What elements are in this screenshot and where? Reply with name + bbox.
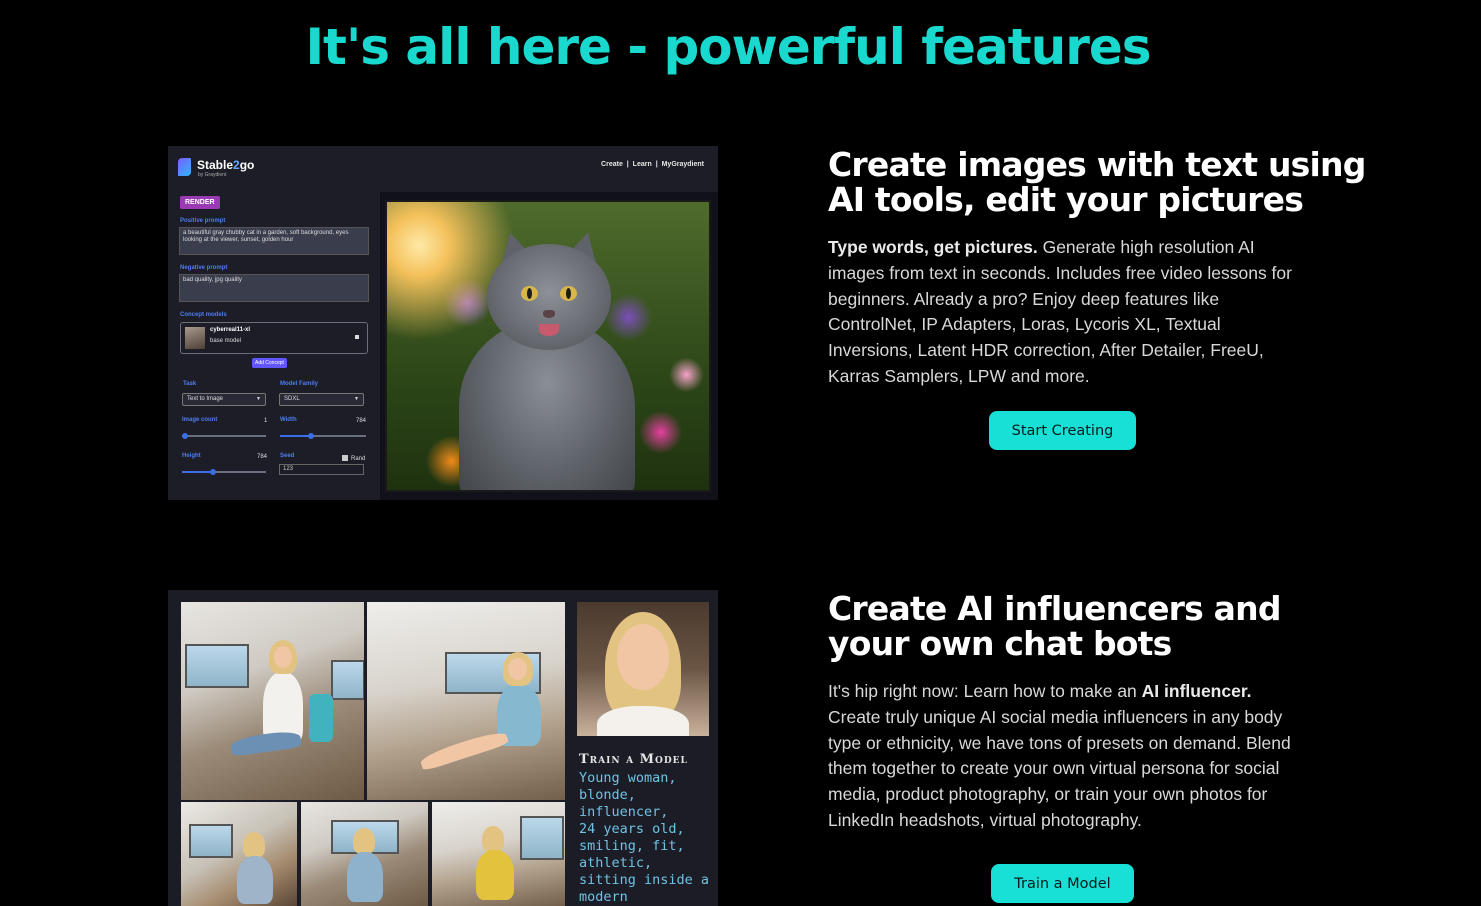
add-concept-button: Add Concept [252,358,287,368]
app-brand: Stable2go [197,158,255,172]
start-creating-button[interactable]: Start Creating [989,411,1136,450]
feature-text: Create truly unique AI social media infl… [828,706,1291,830]
image-count-label: Image count [182,417,218,423]
person [597,706,689,736]
render-canvas [380,192,718,500]
width-value: 784 [356,418,367,424]
feature-description-influencers: It's hip right now: Learn how to make an… [828,679,1300,834]
collage-prompt-line: 24 years old, [579,821,685,837]
collage-prompt-line: Young woman, [579,770,677,786]
height-value: 784 [257,454,268,460]
person [237,856,273,904]
concept-sub: base model [210,338,242,344]
collage-photo [181,602,364,800]
rand-label: Rand [351,456,366,462]
width-label: Width [280,417,297,423]
feature-text: Generate high resolution AI images from … [828,237,1292,386]
seed-field: 123 [279,464,364,475]
person-hair [353,828,375,854]
model-family-select: SDXL [279,393,364,406]
collage-photo [367,602,565,800]
collage-prompt-line: sitting inside a [579,872,710,888]
train-model-button[interactable]: Train a Model [991,864,1134,903]
concept-name: cyberreal11-xl [210,327,251,333]
van-window [331,660,364,700]
cushion [309,694,333,742]
image-count-value: 1 [264,418,268,424]
cat-eye [560,286,577,301]
portrait-photo [577,602,709,736]
person-legs [230,729,302,757]
cat-photo [385,200,711,492]
collage-photo [432,802,565,906]
app-brand-by: by Graydient [198,172,227,178]
collage-prompt-text: Young woman, blonde, influencer, 24 year… [579,770,714,906]
feature-title-line: Create AI influencers and [828,589,1281,628]
concept-models-label: Concept models [180,312,227,318]
feature-highlight: Type words, get pictures. [828,237,1038,257]
cat-nose [543,310,555,318]
collage-photo [181,802,297,906]
collage-prompt-line: influencer, [579,804,669,820]
feature-description-images: Type words, get pictures. Generate high … [828,235,1300,390]
feature-title-line: your own chat bots [828,624,1172,663]
person-face [617,624,669,690]
person [347,852,383,902]
collage-photo [301,802,428,906]
task-label: Task [183,381,197,387]
van-window [185,644,249,688]
app-nav: Create | Learn | MyGraydient [601,161,704,168]
negative-prompt-label: Negative prompt [180,265,228,271]
seed-label: Seed [280,453,295,459]
height-label: Height [182,453,201,459]
negative-prompt-field: bad quality, jpg quality [179,274,369,302]
feature-title-line: AI tools, edit your pictures [828,180,1304,219]
cat-mouth [539,324,559,336]
feature-title-line: Create images with text using [828,145,1366,184]
feature-highlight: AI influencer. [1141,681,1252,701]
collage-train-title: Train a Model [579,752,688,767]
positive-prompt-label: Positive prompt [180,218,226,224]
task-select: Text to Image [182,393,266,406]
person-face [508,658,527,680]
remove-icon [355,335,359,339]
render-button: RENDER [180,196,220,209]
person-legs [418,728,510,772]
collage-prompt-line: blonde, [579,787,636,803]
concept-model-card: cyberreal11-xl base model [180,322,368,354]
person-hair [482,826,504,852]
app-screenshot-image: Stable2go by Graydient Create | Learn | … [168,146,718,500]
height-slider [182,469,266,475]
width-slider [280,433,366,439]
image-count-slider [182,433,266,439]
collage-prompt-line: modern [579,889,628,905]
feature-title-images: Create images with text using AI tools, … [828,147,1366,217]
person [476,850,514,900]
positive-prompt-field: a beautiful gray chubby cat in a garden,… [179,227,369,255]
stable2go-logo-icon [178,158,191,176]
collage-prompt-line: smiling, fit, [579,838,685,854]
page-title: It's all here - powerful features [305,18,1151,76]
person-hair [243,832,265,858]
feature-title-influencers: Create AI influencers and your own chat … [828,591,1281,661]
concept-thumbnail [185,327,205,349]
person-face [274,646,292,668]
feature-text: It's hip right now: Learn how to make an [828,681,1142,701]
influencer-collage-image: Train a Model Young woman, blonde, influ… [168,590,718,906]
collage-prompt-line: athletic, [579,855,653,871]
cat-eye [521,286,538,301]
rand-checkbox [342,455,348,461]
model-family-label: Model Family [280,381,319,387]
van-window [520,816,564,860]
van-window [189,824,233,858]
